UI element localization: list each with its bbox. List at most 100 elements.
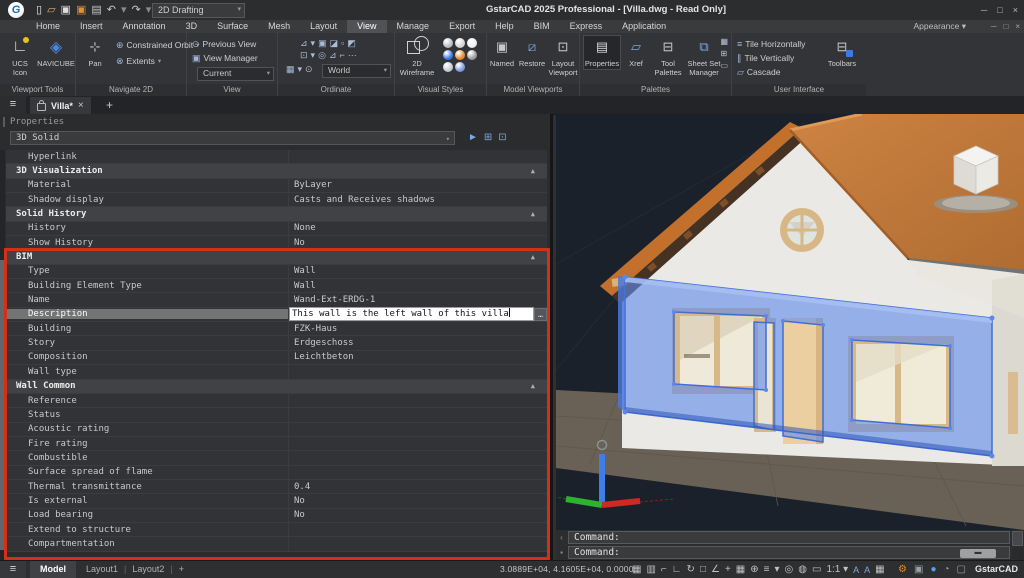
hint-bulb-icon[interactable]: ● bbox=[930, 564, 936, 575]
tile-horizontally-button[interactable]: ≡ Tile Horizontally bbox=[737, 37, 805, 51]
ribbon-tab-layout[interactable]: Layout bbox=[300, 20, 347, 33]
ordinate-tool-icon[interactable]: ⋯ bbox=[348, 50, 357, 60]
property-row[interactable]: Reference bbox=[6, 394, 547, 408]
ribbon-tab-help[interactable]: Help bbox=[485, 20, 524, 33]
cloud-icon[interactable]: ▢ bbox=[957, 564, 966, 575]
property-row[interactable]: Hyperlink bbox=[6, 150, 547, 164]
monitor-icon[interactable]: ▭ bbox=[720, 61, 728, 70]
property-row[interactable]: Is externalNo bbox=[6, 494, 547, 508]
visual-style-swatch-icon[interactable] bbox=[443, 38, 453, 48]
property-row[interactable]: Acoustic rating bbox=[6, 423, 547, 437]
visual-style-swatch-icon[interactable] bbox=[455, 38, 465, 48]
property-row[interactable]: Building Element TypeWall bbox=[6, 279, 547, 293]
doc-close-button[interactable]: × bbox=[1015, 20, 1020, 33]
2d-wireframe-button[interactable]: 2D Wireframe bbox=[397, 36, 437, 77]
right-window[interactable] bbox=[848, 336, 954, 432]
property-value[interactable]: Erdgeschoss bbox=[288, 336, 547, 349]
property-row[interactable]: Surface spread of flame bbox=[6, 466, 547, 480]
save-as-icon[interactable]: ▣ bbox=[76, 0, 86, 20]
properties-palette-button[interactable]: ▤ Properties bbox=[584, 36, 620, 69]
ribbon-tab-surface[interactable]: Surface bbox=[207, 20, 258, 33]
ucs-world-select[interactable]: World ▾ bbox=[322, 64, 391, 78]
ucs-icon-button[interactable]: ∟ UCS Icon bbox=[3, 36, 37, 77]
polar-tracking-icon[interactable]: ↻ bbox=[687, 564, 695, 575]
command-input-line[interactable]: Command: bbox=[568, 546, 1010, 559]
selection-cycling-icon[interactable]: ▾ bbox=[774, 564, 779, 575]
osnap-angle-icon[interactable]: ∠ bbox=[711, 564, 720, 575]
property-row[interactable]: DescriptionThis wall is the left wall of… bbox=[6, 308, 547, 322]
ordinate-tool-icon[interactable]: ◎ bbox=[318, 50, 326, 60]
layout1-tab[interactable]: Layout1 bbox=[86, 561, 118, 578]
property-section[interactable]: Wall Common▲ bbox=[6, 380, 547, 394]
tile-vertically-button[interactable]: ∥ Tile Vertically bbox=[737, 51, 794, 65]
property-row[interactable]: NameWand-Ext-ERDG-1 bbox=[6, 293, 547, 307]
snap-mode-icon[interactable]: ⌐ bbox=[661, 564, 667, 575]
new-tab-button[interactable]: + bbox=[106, 97, 113, 114]
layout2-tab[interactable]: Layout2 bbox=[132, 561, 164, 578]
visual-style-swatch-icon[interactable] bbox=[455, 50, 465, 60]
property-value[interactable]: ByLayer bbox=[288, 179, 547, 192]
property-value[interactable]: Casts and Receives shadows bbox=[288, 193, 547, 206]
visual-style-swatch-icon[interactable] bbox=[443, 62, 453, 72]
ribbon-tab-3d[interactable]: 3D bbox=[176, 20, 208, 33]
doc-restore-button[interactable]: □ bbox=[1003, 20, 1008, 33]
close-tab-icon[interactable]: × bbox=[78, 100, 84, 111]
pan-button[interactable]: ⊹ Pan bbox=[78, 36, 112, 69]
layout-viewport-button[interactable]: ⊡ Layout Viewport bbox=[546, 36, 580, 77]
restore-viewports-button[interactable]: ⧄ Restore bbox=[517, 36, 547, 69]
ribbon-tab-application[interactable]: Application bbox=[612, 20, 676, 33]
ordinate-tool-icon[interactable]: ▦ bbox=[286, 64, 295, 74]
cmd-collapse-icon[interactable]: ‹ bbox=[560, 533, 563, 542]
redo-dropdown-icon[interactable]: ▾ bbox=[146, 0, 152, 20]
property-row[interactable]: MaterialByLayer bbox=[6, 179, 547, 193]
select-objects-icon[interactable]: ⊡ bbox=[498, 130, 506, 146]
cycling-icon[interactable]: ⊕ bbox=[750, 564, 758, 575]
property-value[interactable] bbox=[288, 408, 547, 421]
redo-icon[interactable]: ↷ bbox=[132, 0, 141, 20]
property-value[interactable] bbox=[288, 537, 547, 550]
ordinate-tool-icon[interactable]: ▣ bbox=[318, 38, 327, 48]
object-snap-icon[interactable]: □ bbox=[700, 564, 706, 575]
ordinate-tool-icon[interactable]: ◩ bbox=[347, 38, 356, 48]
toolbars-button[interactable]: ⊟ Toolbars bbox=[824, 36, 860, 69]
model-tab[interactable]: Model bbox=[30, 561, 76, 578]
property-row[interactable]: Wall type bbox=[6, 365, 547, 379]
ortho-mode-icon[interactable]: ∟ bbox=[672, 564, 682, 575]
property-row[interactable]: TypeWall bbox=[6, 265, 547, 279]
property-value[interactable] bbox=[288, 437, 547, 450]
property-row[interactable]: Fire rating bbox=[6, 437, 547, 451]
minimize-button[interactable]: ─ bbox=[981, 0, 987, 20]
ribbon-tab-mesh[interactable]: Mesh bbox=[258, 20, 300, 33]
undo-dropdown-icon[interactable]: ▾ bbox=[121, 0, 127, 20]
grid-display-icon[interactable]: ▥ bbox=[646, 564, 655, 575]
display-icon[interactable]: ▣ bbox=[914, 564, 923, 575]
doc-minimize-button[interactable]: ─ bbox=[991, 20, 997, 33]
property-value[interactable] bbox=[288, 150, 547, 163]
ribbon-tab-home[interactable]: Home bbox=[26, 20, 70, 33]
property-row[interactable]: Load bearingNo bbox=[6, 509, 547, 523]
free-orbit-icon[interactable]: ◎ bbox=[785, 564, 794, 575]
property-row[interactable]: BuildingFZK-Haus bbox=[6, 322, 547, 336]
auto-annotation-icon[interactable]: A bbox=[864, 565, 870, 575]
pick-add-icon[interactable]: ► bbox=[468, 130, 478, 146]
sync-icon[interactable]: ◔ bbox=[944, 564, 950, 575]
property-value[interactable]: Leichtbeton bbox=[288, 351, 547, 364]
command-resize-handle[interactable]: ▬ bbox=[960, 549, 996, 558]
ribbon-tab-manage[interactable]: Manage bbox=[387, 20, 440, 33]
visual-style-swatch-icon[interactable] bbox=[455, 62, 465, 72]
property-value[interactable] bbox=[288, 451, 547, 464]
ordinate-tool-icon[interactable]: ▾ bbox=[311, 50, 316, 60]
xref-button[interactable]: ▱ Xref bbox=[622, 36, 650, 69]
property-section[interactable]: BIM▲ bbox=[6, 250, 547, 264]
round-gable-window[interactable] bbox=[780, 208, 824, 252]
ellipsis-button[interactable]: … bbox=[534, 308, 547, 321]
document-tab-villa[interactable]: Villa* × bbox=[30, 97, 91, 114]
command-scrollbar[interactable] bbox=[1012, 531, 1023, 546]
ordinate-tool-icon[interactable]: ▾ bbox=[298, 64, 303, 74]
property-section[interactable]: Solid History▲ bbox=[6, 207, 547, 221]
property-value[interactable]: None bbox=[288, 222, 547, 235]
extents-button[interactable]: ⊗ Extents ▾ bbox=[116, 54, 161, 68]
annotation-scale-select[interactable]: 1:1 ▾ bbox=[826, 564, 848, 575]
annotation-visibility-icon[interactable]: A bbox=[853, 565, 859, 575]
ordinate-tool-icon[interactable]: ⊿ bbox=[300, 38, 308, 48]
